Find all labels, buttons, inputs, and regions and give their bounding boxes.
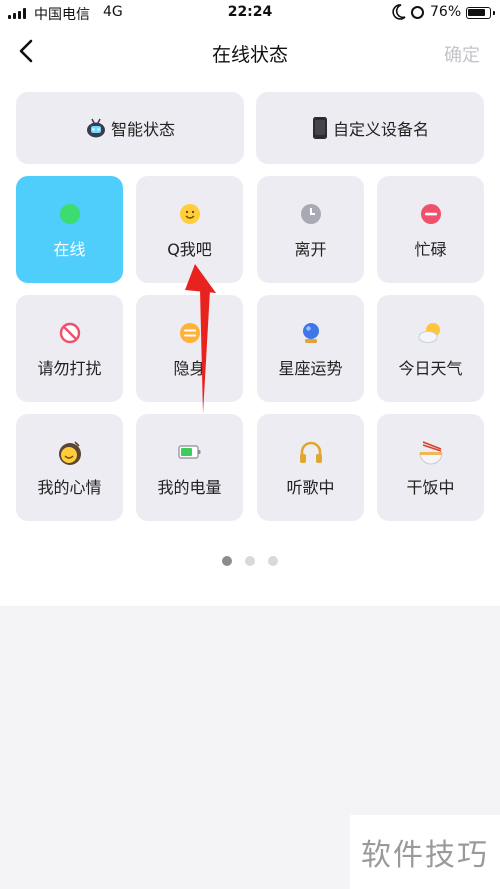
- status-tile-do-not-disturb[interactable]: 请勿打扰: [16, 295, 123, 402]
- nav-bar: 在线状态 确定: [0, 26, 500, 78]
- weather-icon: [418, 323, 440, 343]
- confirm-button[interactable]: 确定: [444, 41, 480, 67]
- rotation-lock-icon: [411, 6, 424, 19]
- moon-icon: [392, 4, 406, 20]
- status-tile-label: 听歌中: [286, 478, 335, 497]
- robot-icon: [86, 118, 105, 138]
- headphones-icon: [299, 441, 322, 463]
- status-tile-my-mood[interactable]: 我的心情: [16, 414, 123, 521]
- noodle-bowl-icon: [418, 441, 443, 465]
- smart-status-button[interactable]: 智能状态: [16, 92, 244, 164]
- status-tile-invisible[interactable]: 隐身: [136, 295, 243, 402]
- battery-percent: 76%: [430, 4, 462, 20]
- status-tile-online[interactable]: 在线: [16, 176, 123, 283]
- status-tile-label: 在线: [53, 240, 86, 259]
- status-tile-label: Q我吧: [167, 240, 212, 259]
- status-tile-listening-music[interactable]: 听歌中: [257, 414, 364, 521]
- status-tile-horoscope[interactable]: 星座运势: [257, 295, 364, 402]
- page-dot[interactable]: [268, 556, 278, 566]
- status-tile-label: 我的心情: [37, 478, 102, 497]
- status-panel: 智能状态 自定义设备名 在线 Q我吧 离开 忙碌 请勿打扰 隐身 星座运势 今日…: [0, 78, 500, 606]
- page-title: 在线状态: [211, 44, 288, 66]
- no-entry-icon: [59, 322, 80, 344]
- battery-icon: [177, 445, 200, 459]
- status-tile-weather[interactable]: 今日天气: [377, 295, 484, 402]
- status-tile-label: 今日天气: [398, 359, 463, 378]
- status-tile-label: 离开: [294, 240, 327, 259]
- status-tile-label: 隐身: [173, 359, 206, 378]
- smile-icon: [179, 204, 200, 224]
- smart-status-label: 智能状态: [110, 120, 175, 139]
- status-tile-label: 请勿打扰: [37, 359, 102, 378]
- page-dot[interactable]: [245, 556, 255, 566]
- status-bar: 中国电信 4G 22:24 76%: [0, 0, 500, 26]
- invisible-icon: [179, 323, 200, 343]
- page-dot[interactable]: [222, 556, 232, 566]
- custom-device-name-button[interactable]: 自定义设备名: [256, 92, 484, 164]
- status-tile-eating[interactable]: 干饭中: [377, 414, 484, 521]
- status-tile-q-me[interactable]: Q我吧: [136, 176, 243, 283]
- battery-indicator-icon: [466, 7, 495, 19]
- status-tile-label: 干饭中: [406, 478, 455, 497]
- mood-icon: [58, 441, 81, 465]
- status-tile-away[interactable]: 离开: [257, 176, 364, 283]
- crystal-ball-icon: [302, 323, 319, 343]
- custom-device-name-label: 自定义设备名: [332, 120, 429, 139]
- status-time: 22:24: [227, 4, 273, 20]
- status-tile-my-battery[interactable]: 我的电量: [136, 414, 243, 521]
- busy-icon: [420, 204, 441, 224]
- status-tile-label: 忙碌: [414, 240, 447, 259]
- clock-icon: [300, 204, 321, 224]
- status-tile-busy[interactable]: 忙碌: [377, 176, 484, 283]
- green-dot-icon: [59, 204, 80, 224]
- status-tile-label: 星座运势: [278, 359, 343, 378]
- phone-icon: [312, 117, 327, 139]
- watermark: 软件技巧: [350, 815, 500, 889]
- status-tile-label: 我的电量: [157, 478, 222, 497]
- page-indicator: [0, 556, 500, 566]
